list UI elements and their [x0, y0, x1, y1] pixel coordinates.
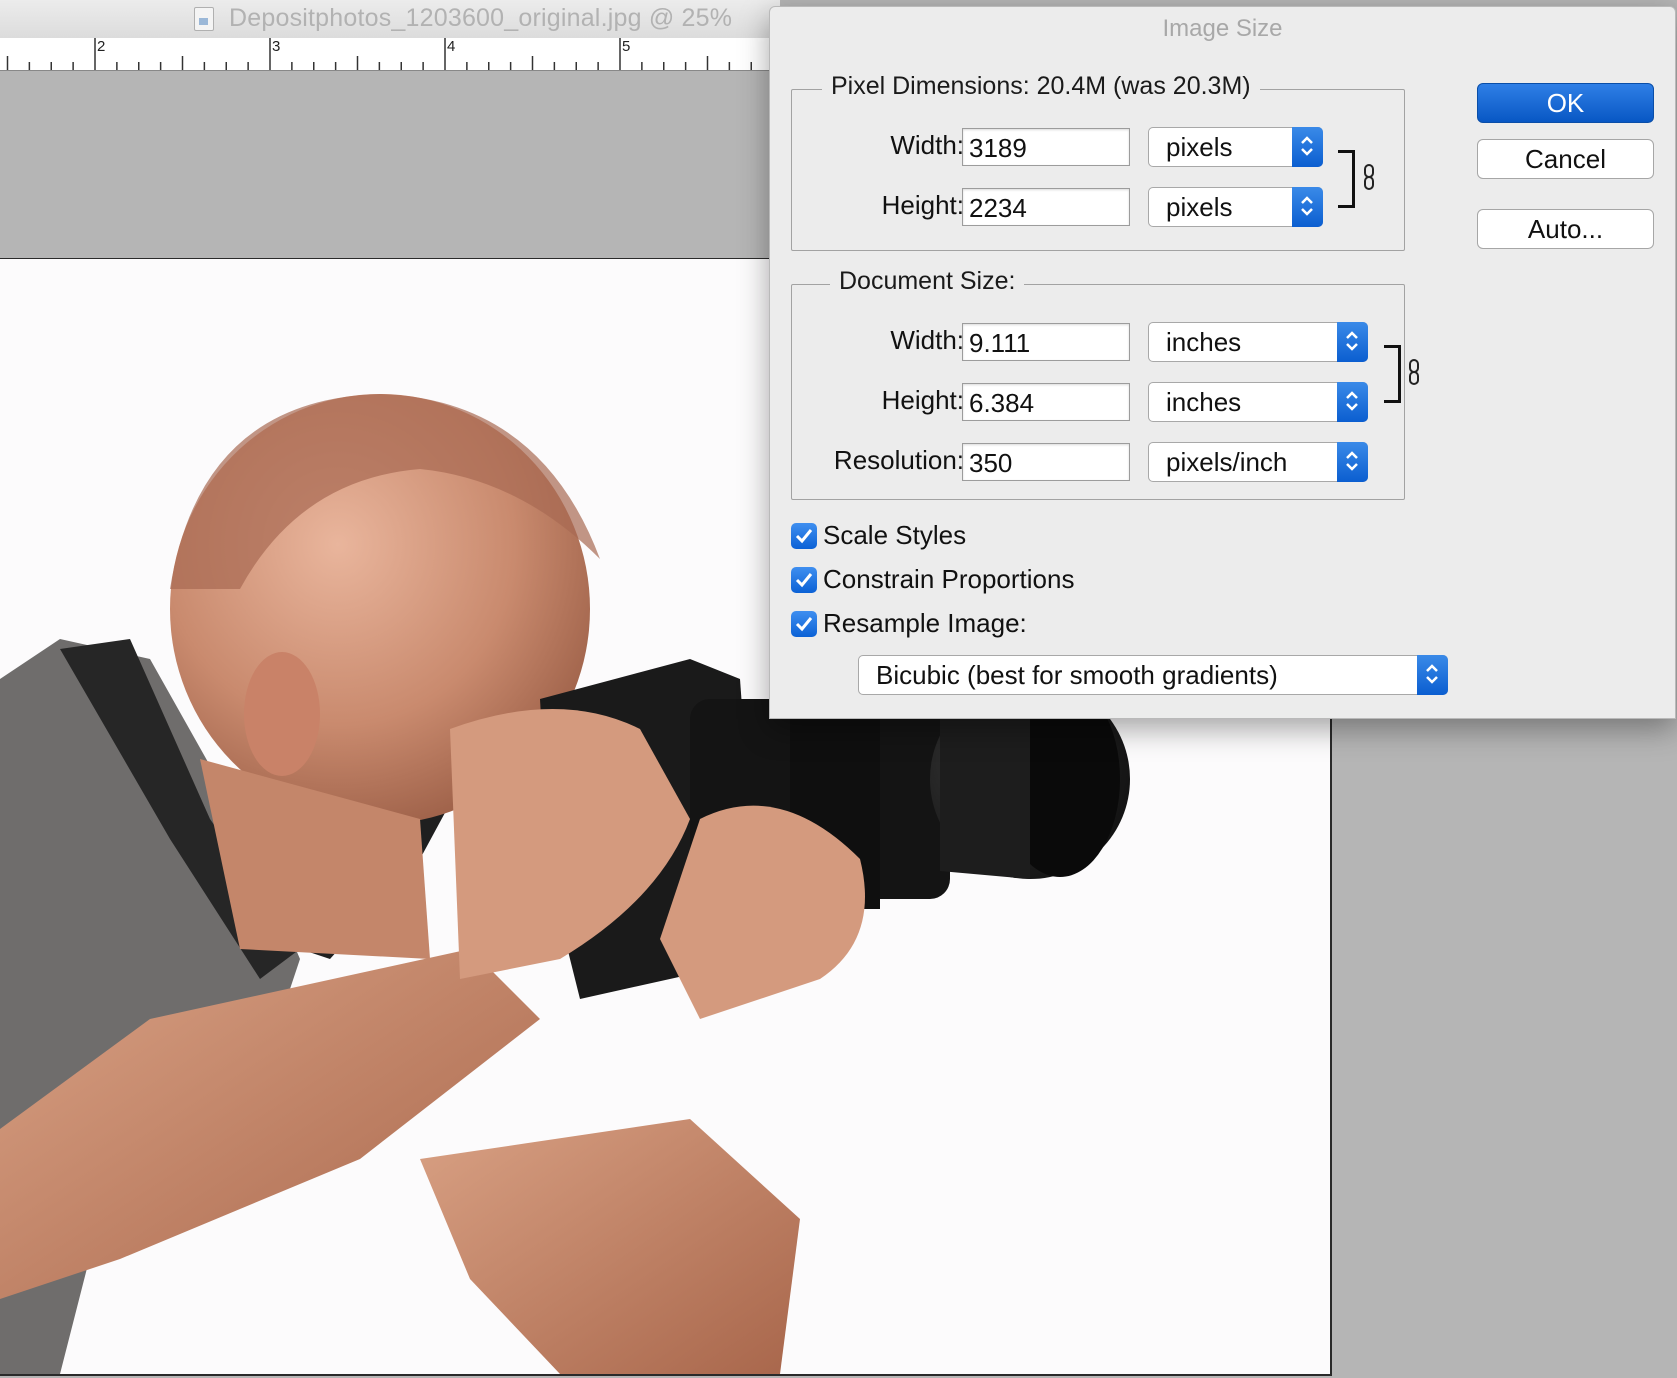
pixel-height-unit-select[interactable]: pixels: [1148, 187, 1323, 227]
doc-height-field[interactable]: 6.384: [962, 383, 1130, 421]
pasteboard: [0, 71, 780, 260]
pixel-height-field[interactable]: 2234: [962, 188, 1130, 226]
resample-method-select[interactable]: Bicubic (best for smooth gradients): [858, 655, 1448, 695]
chevron-updown-icon: [1337, 382, 1368, 422]
document-size-legend: Document Size:: [830, 267, 1025, 296]
ruler-ticks: [6, 38, 774, 70]
image-size-dialog: Image Size Pixel Dimensions: 20.4M (was …: [769, 6, 1676, 719]
resolution-field[interactable]: 350: [962, 443, 1130, 481]
chevron-updown-icon: [1292, 127, 1323, 167]
pixel-width-unit-select[interactable]: pixels: [1148, 127, 1323, 167]
doc-width-unit-value: inches: [1166, 327, 1242, 357]
chevron-updown-icon: [1337, 322, 1368, 362]
pixel-width-field[interactable]: 3189: [962, 128, 1130, 166]
pasteboard-right: [1332, 700, 1677, 1378]
doc-width-unit-select[interactable]: inches: [1148, 322, 1368, 362]
chevron-updown-icon: [1417, 655, 1448, 695]
pixel-dimensions-group: Pixel Dimensions: 20.4M (was 20.3M) Widt…: [791, 72, 1405, 251]
chain-link-icon: [1409, 359, 1419, 385]
resample-image-label[interactable]: Resample Image:: [823, 608, 1027, 639]
resolution-unit-select[interactable]: pixels/inch: [1148, 442, 1368, 482]
constrain-proportions-label[interactable]: Constrain Proportions: [823, 564, 1074, 595]
resolution-label: Resolution:: [833, 445, 964, 475]
ruler-label-5: 5: [622, 38, 631, 55]
checkmark-icon: [795, 529, 813, 544]
auto-button[interactable]: Auto...: [1477, 209, 1654, 249]
ruler-label-2: 2: [97, 38, 106, 55]
cancel-button[interactable]: Cancel: [1477, 139, 1654, 179]
constrain-proportions-checkbox[interactable]: [791, 567, 817, 593]
pixel-dimensions-legend: Pixel Dimensions: 20.4M (was 20.3M): [822, 72, 1260, 101]
horizontal-ruler[interactable]: 2 3 4 5: [0, 38, 780, 71]
resolution-unit-value: pixels/inch: [1166, 447, 1288, 477]
ruler-label-4: 4: [447, 38, 456, 55]
doc-width-label: Width:: [890, 325, 964, 355]
pixel-width-label: Width:: [890, 130, 964, 160]
ruler-label-3: 3: [272, 38, 281, 55]
doc-height-unit-value: inches: [1166, 387, 1242, 417]
resample-image-checkbox[interactable]: [791, 611, 817, 637]
document-file-icon: [194, 7, 214, 31]
document-size-group: Document Size: Width: 9.111 inches Heigh…: [791, 267, 1419, 500]
doc-width-field[interactable]: 9.111: [962, 323, 1130, 361]
chain-link-icon: [1364, 164, 1374, 190]
checkmark-icon: [795, 617, 813, 632]
chevron-updown-icon: [1292, 187, 1323, 227]
pixel-width-unit-value: pixels: [1166, 132, 1233, 162]
ok-button[interactable]: OK: [1477, 83, 1654, 123]
chevron-updown-icon: [1337, 442, 1368, 482]
document-title-bar: Depositphotos_1203600_original.jpg @ 25%: [0, 0, 780, 38]
pixel-height-label: Height:: [881, 190, 964, 220]
document-title: Depositphotos_1203600_original.jpg @ 25%: [229, 4, 733, 32]
scale-styles-label[interactable]: Scale Styles: [823, 520, 966, 551]
doc-height-label: Height:: [881, 385, 964, 415]
dialog-title: Image Size: [1162, 15, 1283, 42]
resample-method-value: Bicubic (best for smooth gradients): [876, 660, 1278, 690]
doc-height-unit-select[interactable]: inches: [1148, 382, 1368, 422]
pixel-height-unit-value: pixels: [1166, 192, 1233, 222]
constrain-bracket: [1338, 150, 1355, 208]
checkmark-icon: [795, 573, 813, 588]
scale-styles-checkbox[interactable]: [791, 523, 817, 549]
constrain-bracket: [1384, 345, 1401, 403]
